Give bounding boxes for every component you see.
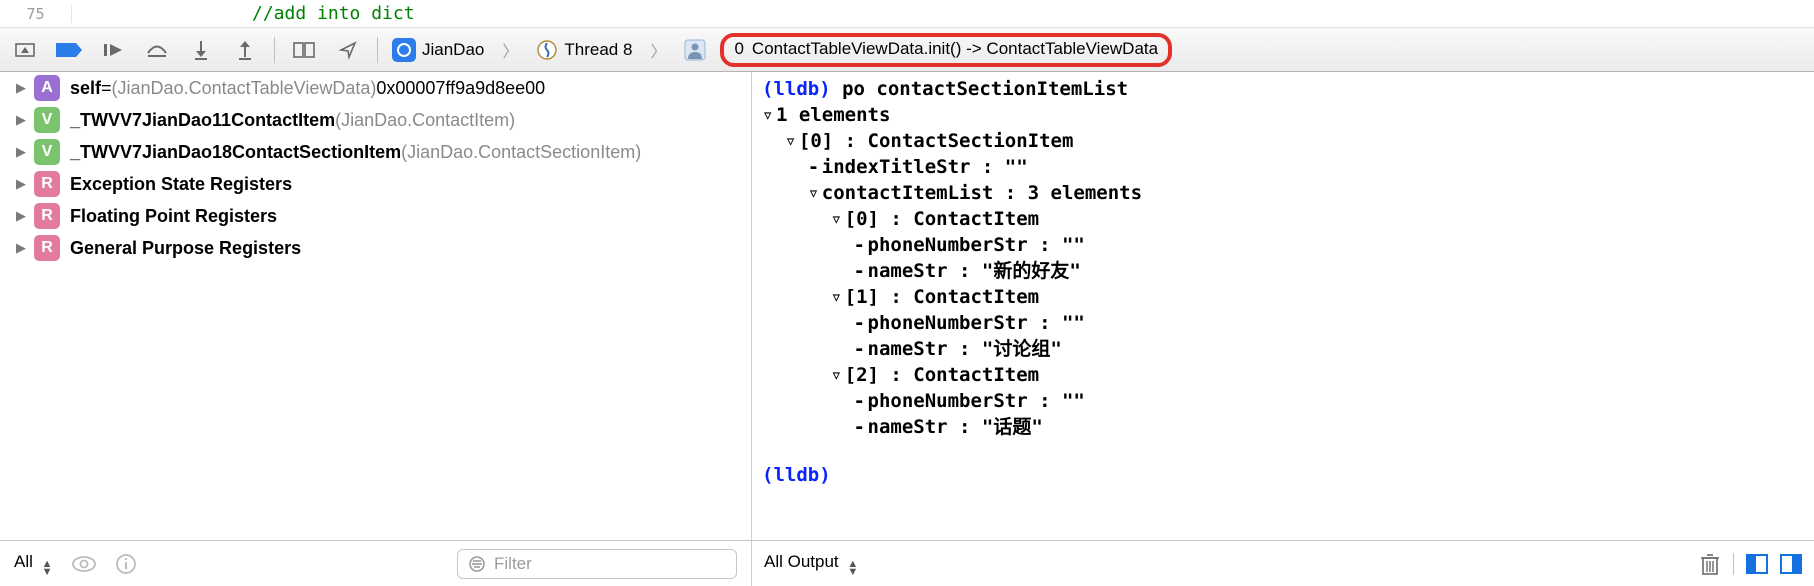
breadcrumb-app-label: JianDao (422, 40, 484, 60)
view-debug-icon[interactable] (289, 37, 319, 63)
type-badge: R (34, 235, 60, 261)
console-command: po contactSectionItemList (842, 78, 1128, 100)
step-into-icon[interactable] (186, 37, 216, 63)
console-line: - nameStr : "话题" (762, 414, 1814, 440)
console-line: ▿ [0] : ContactItem (762, 206, 1814, 232)
variable-row[interactable]: ▶ R Exception State Registers (0, 168, 751, 200)
disclosure-icon[interactable]: ▶ (16, 112, 26, 128)
filter-icon (468, 555, 486, 573)
type-badge: V (34, 139, 60, 165)
person-icon (684, 39, 706, 61)
type-badge: R (34, 171, 60, 197)
thread-icon (536, 39, 558, 61)
disclosure-icon[interactable]: ▶ (16, 80, 26, 96)
variable-row[interactable]: ▶ A self = (JianDao.ContactTableViewData… (0, 72, 751, 104)
updown-icon: ▲▼ (42, 560, 53, 576)
app-icon (392, 38, 416, 62)
scope-selector[interactable]: All ▲▼ (14, 552, 53, 576)
left-pane-toggle-icon[interactable] (1746, 554, 1768, 574)
disclosure-icon[interactable]: ▶ (16, 240, 26, 256)
debug-toolbar: JianDao 〉 Thread 8 〉 0 ContactTableViewD… (0, 28, 1814, 72)
console-line: - phoneNumberStr : "" (762, 232, 1814, 258)
code-comment: //add into dict (252, 3, 415, 24)
chevron-right-icon: 〉 (646, 38, 670, 62)
chevron-right-icon: 〉 (498, 38, 522, 62)
disclosure-icon[interactable]: ▶ (16, 176, 26, 192)
breadcrumb-thread-label: Thread 8 (564, 40, 632, 60)
separator (274, 37, 275, 63)
variable-name: Floating Point Registers (70, 206, 277, 227)
breadcrumb-frame-icon (684, 39, 706, 61)
type-badge: V (34, 107, 60, 133)
console-view[interactable]: (lldb) po contactSectionItemList ▿ 1 ele… (752, 72, 1814, 540)
console-line: ▿ contactItemList : 3 elements (762, 180, 1814, 206)
step-out-icon[interactable] (230, 37, 260, 63)
breakpoints-icon[interactable] (54, 37, 84, 63)
trash-icon[interactable] (1699, 552, 1721, 576)
console-line: - nameStr : "新的好友" (762, 258, 1814, 284)
breadcrumb-thread[interactable]: Thread 8 (536, 39, 632, 61)
disclosure-icon[interactable]: ▶ (16, 144, 26, 160)
type-badge: R (34, 203, 60, 229)
lldb-prompt: (lldb) (762, 464, 831, 486)
source-line: 75 //add into dict (0, 0, 1814, 28)
right-pane-toggle-icon[interactable] (1780, 554, 1802, 574)
console-line: - phoneNumberStr : "" (762, 310, 1814, 336)
updown-icon: ▲▼ (847, 560, 858, 576)
output-scope-selector[interactable]: All Output ▲▼ (764, 552, 858, 576)
location-icon[interactable] (333, 37, 363, 63)
breadcrumb-app[interactable]: JianDao (392, 38, 484, 62)
console-line: - nameStr : "讨论组" (762, 336, 1814, 362)
frame-index: 0 (734, 39, 743, 59)
info-icon[interactable] (115, 553, 137, 575)
hide-debug-icon[interactable] (10, 37, 40, 63)
variable-name: self (70, 78, 101, 99)
line-number: 75 (0, 5, 72, 23)
continue-icon[interactable] (98, 37, 128, 63)
variable-name: General Purpose Registers (70, 238, 301, 259)
variable-value: 0x00007ff9a9d8ee00 (376, 78, 545, 99)
variable-row[interactable]: ▶ R General Purpose Registers (0, 232, 751, 264)
scope-label: All (14, 552, 33, 571)
console-line: ▿ 1 elements (762, 102, 1814, 128)
console-line: ▿ [1] : ContactItem (762, 284, 1814, 310)
breadcrumb-stackframe[interactable]: 0 ContactTableViewData.init() -> Contact… (720, 33, 1172, 67)
quicklook-icon[interactable] (71, 555, 97, 573)
variable-row[interactable]: ▶ V _TWVV7JianDao11ContactItem (JianDao.… (0, 104, 751, 136)
variable-row[interactable]: ▶ V _TWVV7JianDao18ContactSectionItem (J… (0, 136, 751, 168)
console-line: - phoneNumberStr : "" (762, 388, 1814, 414)
output-scope-label: All Output (764, 552, 839, 571)
variable-name: Exception State Registers (70, 174, 292, 195)
variable-type: (JianDao.ContactTableViewData) (112, 78, 377, 99)
variable-type: (JianDao.ContactSectionItem) (401, 142, 641, 163)
variable-name: _TWVV7JianDao11ContactItem (70, 110, 335, 131)
debug-area: ▶ A self = (JianDao.ContactTableViewData… (0, 72, 1814, 540)
variable-name: _TWVV7JianDao18ContactSectionItem (70, 142, 401, 163)
console-line: - indexTitleStr : "" (762, 154, 1814, 180)
type-badge: A (34, 75, 60, 101)
separator (1733, 553, 1734, 575)
lldb-prompt: (lldb) (762, 78, 831, 100)
variables-view[interactable]: ▶ A self = (JianDao.ContactTableViewData… (0, 72, 752, 540)
frame-label: ContactTableViewData.init() -> ContactTa… (752, 39, 1158, 59)
console-line: ▿ [2] : ContactItem (762, 362, 1814, 388)
step-over-icon[interactable] (142, 37, 172, 63)
disclosure-icon[interactable]: ▶ (16, 208, 26, 224)
variable-row[interactable]: ▶ R Floating Point Registers (0, 200, 751, 232)
debug-footer: All ▲▼ Filter All Output ▲▼ (0, 540, 1814, 586)
variable-type: (JianDao.ContactItem) (335, 110, 515, 131)
filter-input[interactable]: Filter (457, 549, 737, 579)
separator (377, 37, 378, 63)
console-line: ▿ [0] : ContactSectionItem (762, 128, 1814, 154)
filter-placeholder: Filter (494, 554, 532, 574)
console-output: ▿ 1 elements ▿ [0] : ContactSectionItem … (762, 102, 1814, 440)
